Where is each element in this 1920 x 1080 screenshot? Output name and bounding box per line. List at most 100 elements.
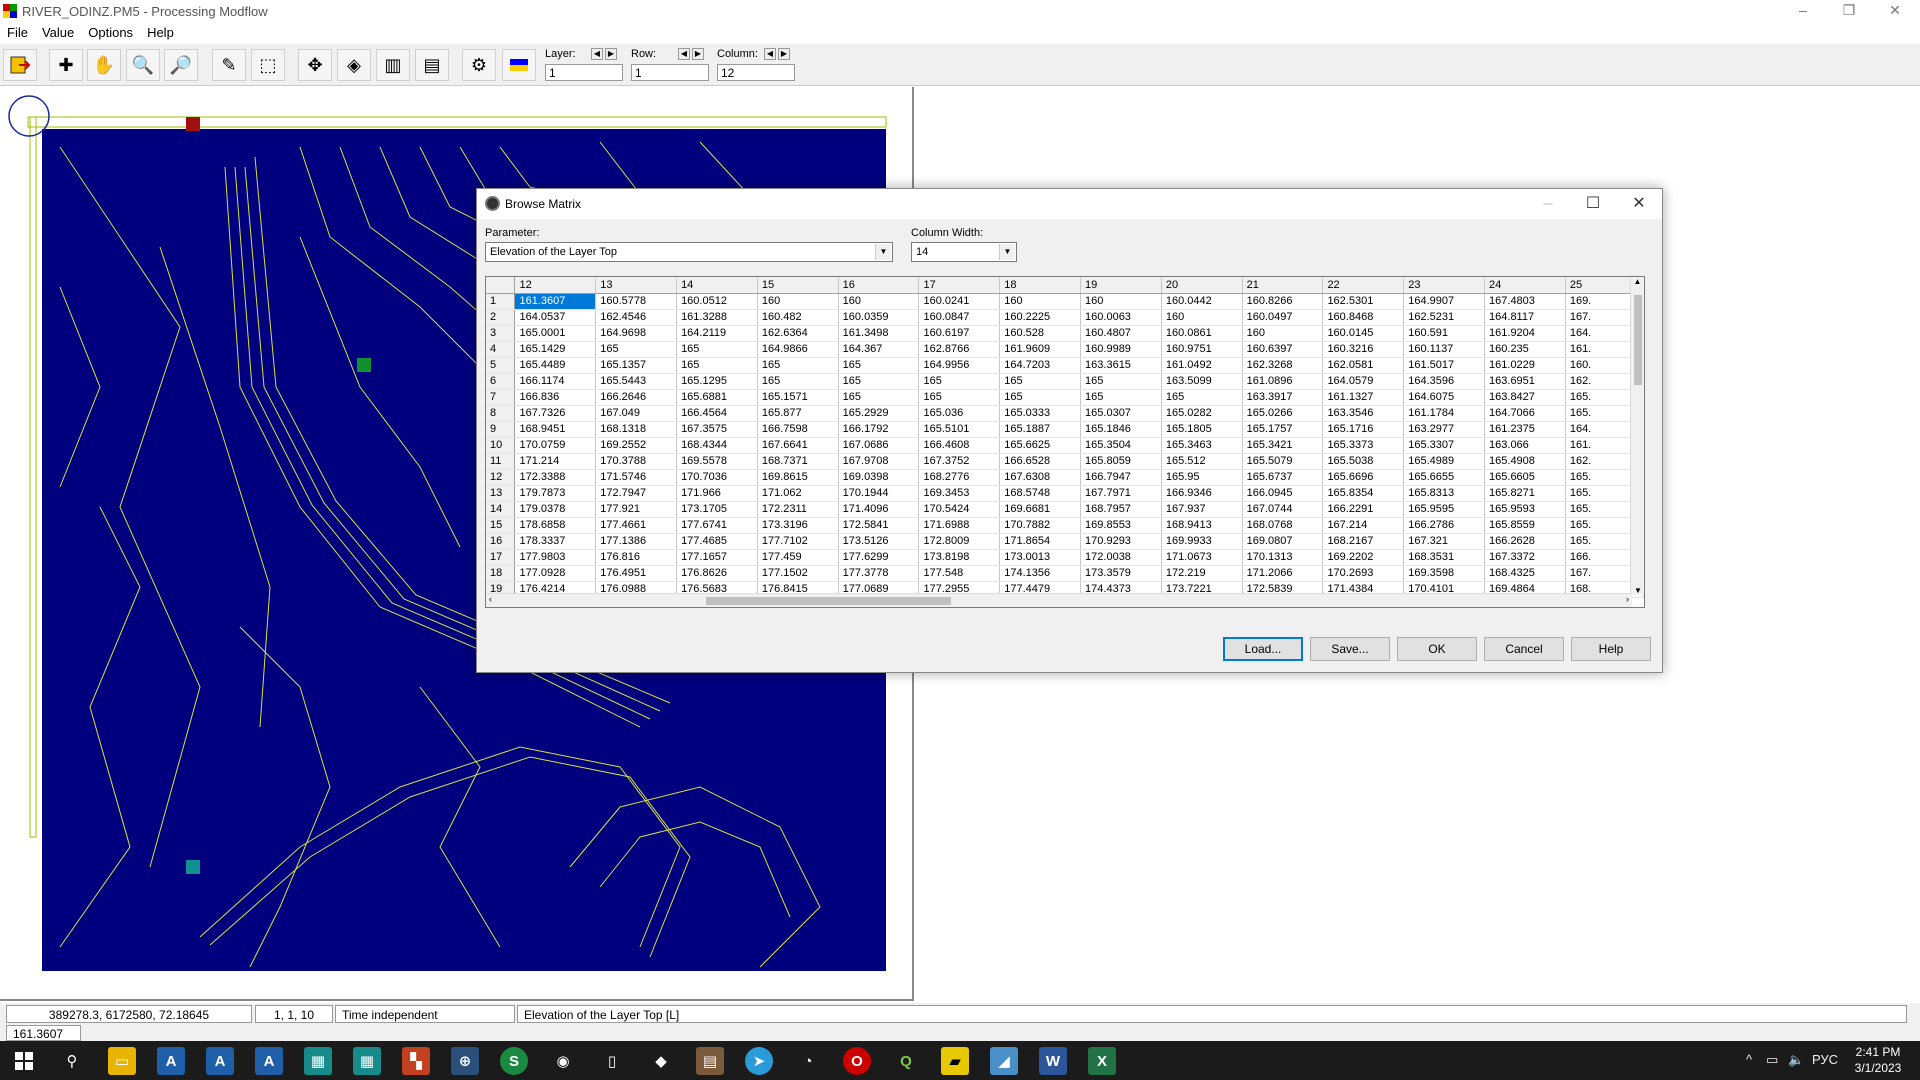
matrix-cell[interactable]: 160 xyxy=(838,293,920,310)
matrix-cell[interactable]: 163.3546 xyxy=(1322,405,1405,422)
matrix-cell[interactable]: 160.1137 xyxy=(1403,341,1486,358)
matrix-cell[interactable]: 177.921 xyxy=(595,501,678,518)
matrix-cell[interactable]: 165.5038 xyxy=(1322,453,1405,470)
add-icon[interactable]: ✚ xyxy=(49,49,83,81)
matrix-cell[interactable]: 162.6364 xyxy=(757,325,839,342)
matrix-cell[interactable]: 164.0579 xyxy=(1322,373,1405,390)
menu-help[interactable]: Help xyxy=(140,22,181,40)
matrix-cell[interactable]: 160.5778 xyxy=(595,293,678,310)
matrix-cell[interactable]: 171.8654 xyxy=(999,533,1082,550)
matrix-cell[interactable]: 172.5841 xyxy=(838,517,920,534)
matrix-cell[interactable]: 163.8427 xyxy=(1484,389,1566,406)
word-icon[interactable]: W xyxy=(1039,1047,1067,1075)
matrix-cell[interactable]: 161.0229 xyxy=(1484,357,1566,374)
matrix-cell[interactable]: 163.3917 xyxy=(1242,389,1324,406)
matrix-cell[interactable]: 166.2646 xyxy=(595,389,678,406)
matrix-cell[interactable]: 165 xyxy=(1080,373,1162,390)
app-archive-icon[interactable]: ▤ xyxy=(696,1047,724,1075)
matrix-cell[interactable]: 160.8266 xyxy=(1242,293,1324,310)
matrix-cell[interactable]: 166.6528 xyxy=(999,453,1082,470)
matrix-cell[interactable]: 165.3307 xyxy=(1403,437,1486,454)
matrix-cell[interactable]: 177.7102 xyxy=(757,533,839,550)
matrix-cell[interactable]: 177.0928 xyxy=(514,565,597,582)
matrix-cell[interactable]: 165 xyxy=(676,357,758,374)
app-network-icon[interactable]: ⊕ xyxy=(451,1047,479,1075)
tray-chevron-icon[interactable]: ^ xyxy=(1746,1052,1752,1067)
save-button[interactable]: Save... xyxy=(1310,637,1390,661)
matrix-cell[interactable]: 161.3498 xyxy=(838,325,920,342)
opera-icon[interactable]: O xyxy=(843,1047,871,1075)
row-header[interactable]: 18 xyxy=(486,565,516,582)
matrix-cell[interactable]: 165.1716 xyxy=(1322,421,1405,438)
matrix-cell[interactable]: 166.7598 xyxy=(757,421,839,438)
matrix-cell[interactable]: 163.5099 xyxy=(1161,373,1243,390)
app-chart-icon[interactable]: ◔ xyxy=(794,1047,822,1075)
matrix-cell[interactable]: 160.0512 xyxy=(676,293,758,310)
matrix-cell[interactable]: 165.1295 xyxy=(676,373,758,390)
matrix-cell[interactable]: 173.8198 xyxy=(918,549,1001,566)
matrix-cell[interactable]: 169.6681 xyxy=(999,501,1082,518)
app-blue-icon[interactable]: ◢ xyxy=(990,1047,1018,1075)
matrix-cell[interactable]: 168.5748 xyxy=(999,485,1082,502)
matrix-cell[interactable]: 177.6299 xyxy=(838,549,920,566)
matrix-cell[interactable]: 173.5126 xyxy=(838,533,920,550)
matrix-cell[interactable]: 160.482 xyxy=(757,309,839,326)
clock[interactable]: 2:41 PM 3/1/2023 xyxy=(1842,1044,1914,1076)
matrix-cell[interactable]: 160.0063 xyxy=(1080,309,1162,326)
column-next-button[interactable]: ▶ xyxy=(778,48,790,60)
matrix-cell[interactable]: 177.459 xyxy=(757,549,839,566)
matrix-cell[interactable]: 165.1757 xyxy=(1242,421,1324,438)
matrix-cell[interactable]: 160 xyxy=(1161,309,1243,326)
zoom-out-icon[interactable]: 🔎 xyxy=(164,49,198,81)
matrix-cell[interactable]: 165.6696 xyxy=(1322,469,1405,486)
matrix-cell[interactable]: 161.0492 xyxy=(1161,357,1243,374)
matrix-cell[interactable]: 160.4807 xyxy=(1080,325,1162,342)
matrix-cell[interactable]: 177.548 xyxy=(918,565,1001,582)
exit-icon[interactable] xyxy=(3,49,37,81)
column-header[interactable]: 16 xyxy=(838,277,920,294)
matrix-cell[interactable]: 166.1792 xyxy=(838,421,920,438)
matrix-cell[interactable]: 161.2375 xyxy=(1484,421,1566,438)
app-yellow-icon[interactable]: ▰ xyxy=(941,1047,969,1075)
matrix-cell[interactable]: 165.4489 xyxy=(514,357,597,374)
matrix-cell[interactable]: 160.591 xyxy=(1403,325,1486,342)
matrix-cell[interactable]: 164.8117 xyxy=(1484,309,1566,326)
load-button[interactable]: Load... xyxy=(1223,637,1303,661)
matrix-cell[interactable]: 167.7971 xyxy=(1080,485,1162,502)
matrix-cell[interactable]: 168.9413 xyxy=(1161,517,1243,534)
matrix-cell[interactable]: 165 xyxy=(595,341,678,358)
matrix-cell[interactable]: 165.9593 xyxy=(1484,501,1566,518)
parameter-select[interactable]: Elevation of the Layer Top ▼ xyxy=(485,242,893,262)
matrix-cell[interactable]: 167.4803 xyxy=(1484,293,1566,310)
matrix-cell[interactable]: 160.0241 xyxy=(918,293,1001,310)
matrix-cell[interactable]: 165.4989 xyxy=(1403,453,1486,470)
row-header[interactable]: 4 xyxy=(486,341,516,358)
zoom-in-icon[interactable]: 🔍 xyxy=(126,49,160,81)
matrix-cell[interactable]: 165.036 xyxy=(918,405,1001,422)
scroll-down-icon[interactable]: ▼ xyxy=(1631,586,1644,595)
digitize-icon[interactable]: ✎ xyxy=(212,49,246,81)
matrix-grid[interactable]: 12 13 14 15 16 17 18 19 20 21 22 23 24 25 1 161.3607 16… xyxy=(485,276,1645,608)
matrix-cell[interactable]: 165.8559 xyxy=(1484,517,1566,534)
matrix-cell[interactable]: 165.1846 xyxy=(1080,421,1162,438)
matrix-cell[interactable]: 166.7947 xyxy=(1080,469,1162,486)
matrix-cell[interactable]: 168.2167 xyxy=(1322,533,1405,550)
dialog-close-button[interactable]: ✕ xyxy=(1619,193,1659,215)
matrix-cell[interactable]: 169.8615 xyxy=(757,469,839,486)
matrix-cell[interactable]: 161.5017 xyxy=(1403,357,1486,374)
column-prev-button[interactable]: ◀ xyxy=(764,48,776,60)
matrix-cell[interactable]: 160.0861 xyxy=(1161,325,1243,342)
matrix-cell[interactable]: 165.6881 xyxy=(676,389,758,406)
matrix-cell[interactable]: 166.2291 xyxy=(1322,501,1405,518)
matrix-cell[interactable]: 179.7873 xyxy=(514,485,597,502)
matrix-cell[interactable]: 165.0266 xyxy=(1242,405,1324,422)
matrix-cell[interactable]: 165 xyxy=(838,389,920,406)
document-icon[interactable]: ▯ xyxy=(598,1047,626,1075)
row-header[interactable]: 11 xyxy=(486,453,516,470)
matrix-cell[interactable]: 165.6655 xyxy=(1403,469,1486,486)
matrix-cell[interactable]: 173.3196 xyxy=(757,517,839,534)
column-width-select[interactable]: 14 ▼ xyxy=(911,242,1017,262)
matrix-cell[interactable]: 161.9204 xyxy=(1484,325,1566,342)
matrix-cell[interactable]: 176.8626 xyxy=(676,565,758,582)
matrix-cell[interactable]: 172.7947 xyxy=(595,485,678,502)
